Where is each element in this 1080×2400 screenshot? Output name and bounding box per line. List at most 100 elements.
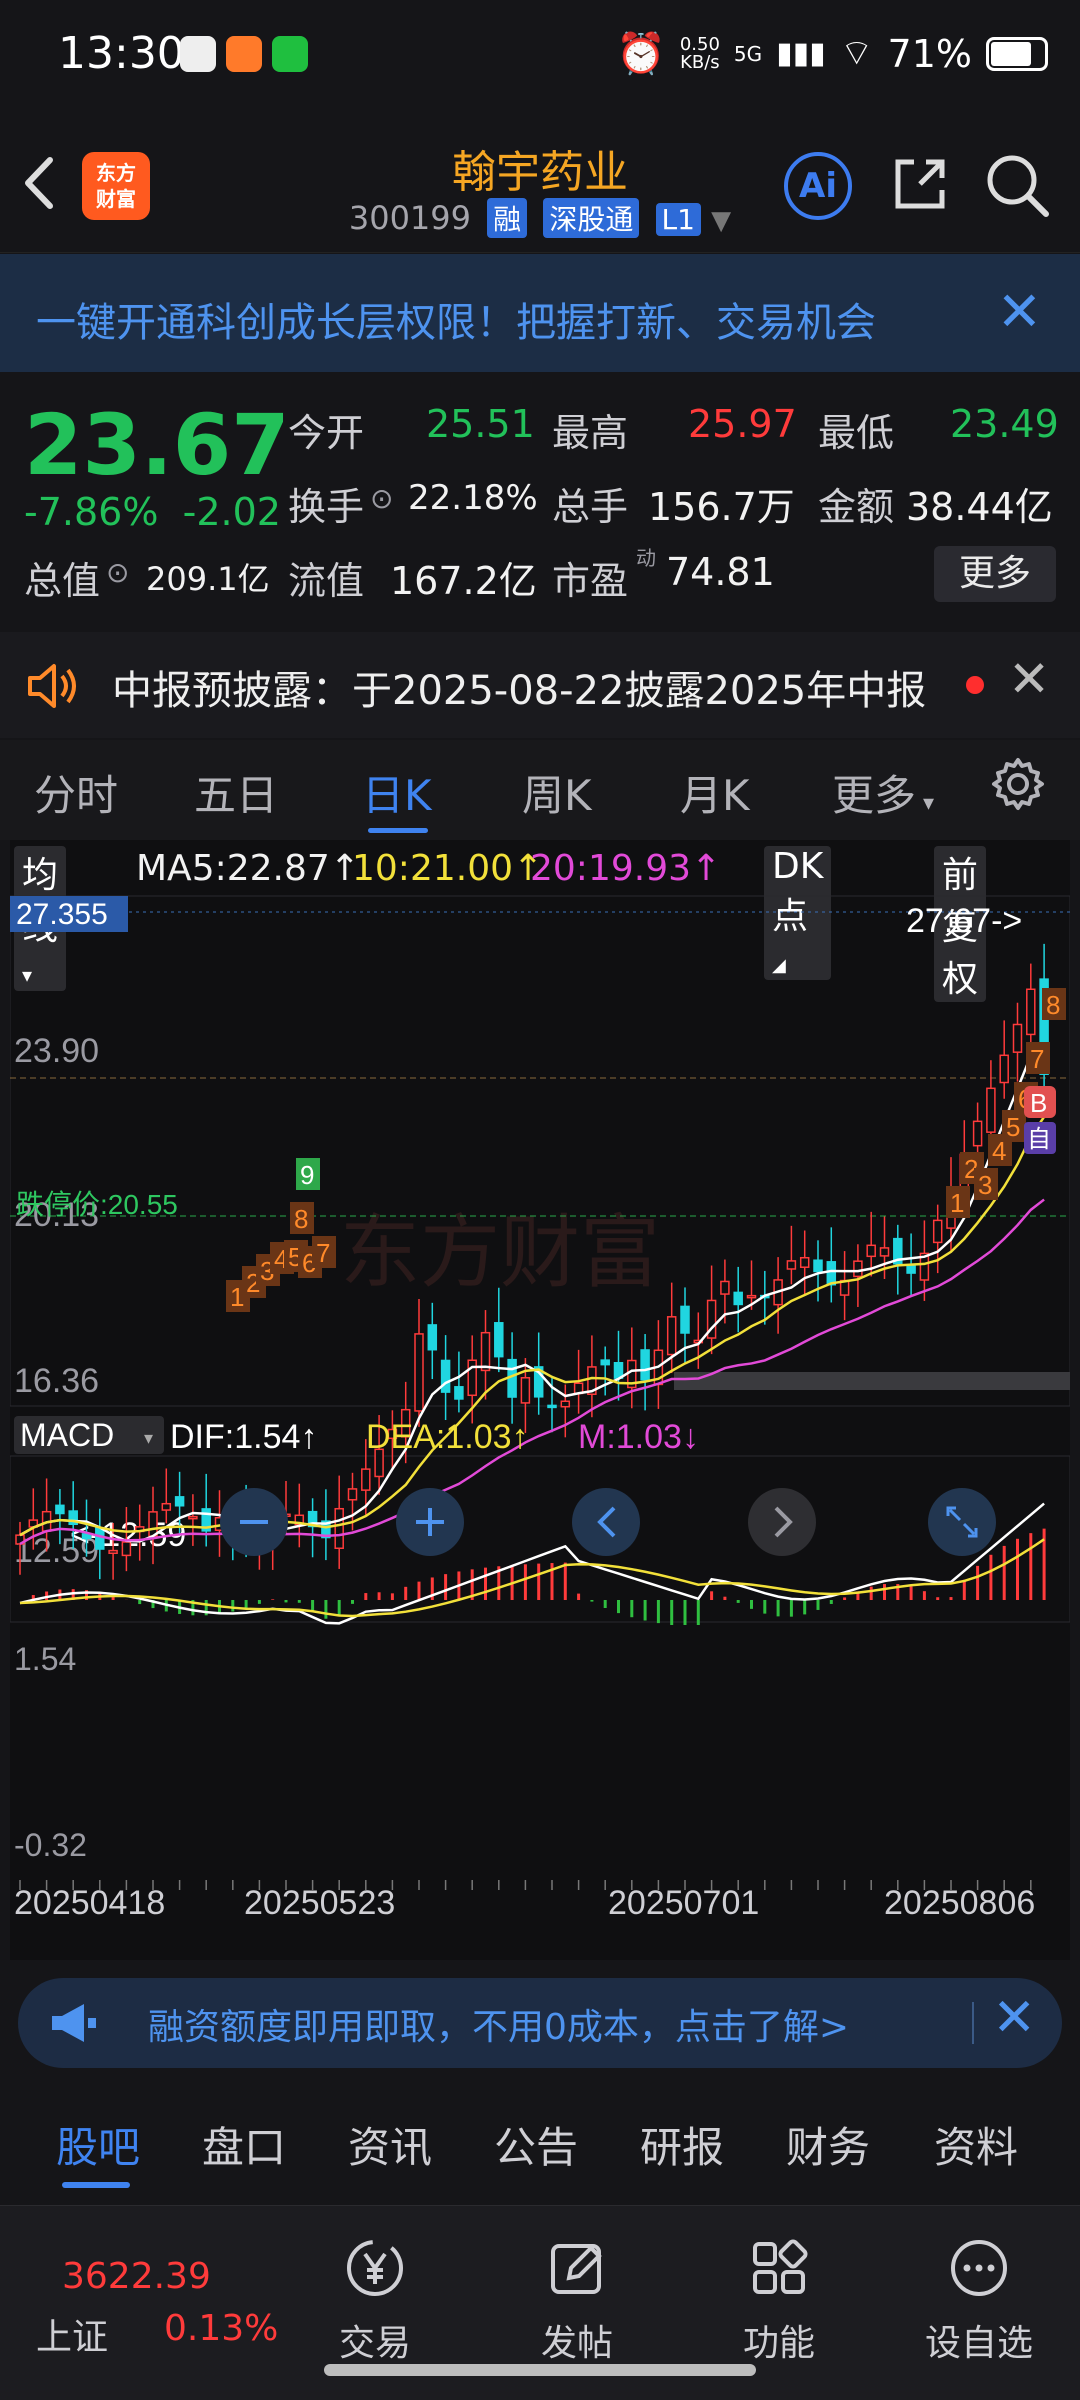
tab-more[interactable]: 更多 ▾: [832, 762, 934, 823]
tab-announcements[interactable]: 公告: [494, 2114, 578, 2175]
tab-forum[interactable]: 股吧: [56, 2114, 140, 2175]
x-tick-date-2: 20250523: [244, 1884, 395, 1922]
search-icon[interactable]: [984, 152, 1050, 218]
tag-connect: 深股通: [543, 198, 640, 238]
tab-news[interactable]: 资讯: [348, 2114, 432, 2175]
candle-body: [972, 1120, 983, 1147]
promo-text: 融资额度即用即取，不用0成本，点击了解>: [148, 2007, 850, 2048]
y-tick-top: 27.355: [16, 898, 108, 931]
chevron-down-icon: ▾: [144, 1428, 153, 1449]
dif-text: DIF:1.54: [170, 1418, 300, 1456]
change-value: -2.02: [182, 490, 281, 534]
tab-finance[interactable]: 财务: [786, 2114, 870, 2175]
volume-value: 156.7万: [648, 485, 795, 529]
candle-body: [55, 1504, 65, 1515]
post-button[interactable]: 发帖: [512, 2236, 642, 2366]
mcap-value: 209.1亿: [146, 560, 270, 598]
k-line-chart[interactable]: 均线 ▾ MA5:22.87↑ 10:21.00↑ 20:19.93↑ DK点 …: [10, 840, 1070, 1960]
tab-five-day[interactable]: 五日: [194, 762, 278, 823]
signal-mark: 3: [978, 1170, 992, 1200]
share-icon[interactable]: [890, 154, 950, 214]
section-tabs: 股吧 盘口 资讯 公告 研报 财务 资料: [0, 2090, 1080, 2200]
trade-label: 交易: [338, 2323, 411, 2364]
pan-right-button[interactable]: [748, 1488, 816, 1556]
tab-profile[interactable]: 资料: [934, 2114, 1018, 2175]
promo-banner[interactable]: 一键开通科创成长层权限！把握打新、交易机会 ✕: [0, 254, 1080, 372]
candle-body: [826, 1261, 837, 1286]
tab-orderbook[interactable]: 盘口: [202, 2114, 286, 2175]
candle-body: [161, 1502, 172, 1511]
fullscreen-button[interactable]: [928, 1488, 996, 1556]
high-label: 最高: [552, 411, 629, 455]
y-tick-2: 23.90: [14, 1032, 99, 1070]
candle-body: [799, 1256, 810, 1268]
tab-research[interactable]: 研报: [640, 2114, 724, 2175]
signal-icon: ▮▮▮: [776, 36, 826, 71]
home-indicator[interactable]: [324, 2364, 756, 2376]
candle-body: [853, 1260, 863, 1278]
candle-body: [666, 1316, 677, 1356]
candle-body: [174, 1496, 185, 1507]
candle-body: [786, 1260, 797, 1270]
index-ticker[interactable]: 3622.39 上证 0.13%: [0, 2206, 278, 2376]
close-icon[interactable]: ✕: [992, 1988, 1036, 2048]
tab-intraday[interactable]: 分时: [34, 762, 118, 823]
macd-tick-bottom: -0.32: [14, 1827, 87, 1863]
candle-body: [986, 1087, 996, 1133]
add-watchlist-button[interactable]: 设自选: [914, 2236, 1044, 2366]
more-quote-button[interactable]: 更多: [934, 546, 1056, 602]
x-axis-ticks: [19, 1880, 1032, 1890]
candle-body: [746, 1294, 757, 1299]
pe-value: 74.81: [666, 550, 775, 594]
candle-body: [733, 1291, 743, 1306]
margin-promo-bar[interactable]: 融资额度即用即取，不用0成本，点击了解> ✕: [18, 1978, 1062, 2068]
close-icon[interactable]: ✕: [1008, 650, 1050, 708]
signal-mark: 9: [300, 1160, 314, 1190]
index-percent: 0.13%: [164, 2308, 279, 2349]
candle-body: [720, 1280, 730, 1295]
tab-daily-k[interactable]: 日K: [362, 762, 432, 823]
battery-text: 71%: [887, 31, 972, 76]
dea-value: DEA:1.03↑: [366, 1418, 529, 1456]
mcap-label: 总值: [24, 559, 101, 603]
candle-body: [932, 1219, 943, 1244]
wechat-icon: [272, 36, 308, 72]
close-icon[interactable]: ✕: [997, 280, 1042, 343]
disclosure-notice[interactable]: 中报预披露：于2025-08-22披露2025年中报 ✕: [0, 632, 1080, 738]
x-tick-date-1: 20250418: [14, 1884, 165, 1922]
pe-label: 市盈: [552, 559, 629, 603]
banner-text: 一键开通科创成长层权限！把握打新、交易机会: [36, 300, 876, 346]
candle-body: [494, 1322, 504, 1358]
ai-button[interactable]: Ai: [784, 152, 852, 220]
active-tab-indicator: [62, 2182, 130, 2188]
limit-down-label: 跌停价:20.55: [16, 1189, 178, 1220]
yen-icon: [347, 2240, 403, 2296]
candle-body: [334, 1507, 344, 1550]
open-label: 今开: [288, 411, 365, 455]
signal-mark: 5: [1006, 1112, 1020, 1142]
info-icon[interactable]: ⊙: [106, 556, 129, 589]
open-value: 25.51: [426, 402, 535, 446]
pan-left-button[interactable]: [572, 1488, 640, 1556]
candle-body: [467, 1359, 477, 1397]
macd-select-label: MACD: [20, 1417, 114, 1453]
candle-body: [879, 1247, 890, 1257]
candle-body: [560, 1400, 571, 1408]
info-icon[interactable]: ⊙: [370, 482, 393, 515]
divider: [972, 2002, 974, 2044]
candle-body: [813, 1259, 823, 1273]
notice-text: 中报预披露：于2025-08-22披露2025年中报: [112, 668, 927, 714]
wifi-icon: ⌔: [839, 33, 874, 74]
candle-body: [1012, 1023, 1023, 1053]
candle-body: [866, 1244, 876, 1258]
turnover-value: 22.18%: [408, 478, 538, 518]
tab-monthly-k[interactable]: 月K: [680, 762, 750, 823]
trade-button[interactable]: 交易: [310, 2236, 440, 2366]
index-name: 上证: [36, 2317, 109, 2358]
tab-weekly-k[interactable]: 周K: [522, 762, 592, 823]
network-speed: 0.50 KB/s: [680, 35, 720, 72]
tab-more-label: 更多: [832, 771, 917, 820]
functions-button[interactable]: 功能: [714, 2236, 844, 2366]
settings-gear-icon[interactable]: [990, 756, 1046, 822]
notification-app-icon: [226, 36, 262, 72]
